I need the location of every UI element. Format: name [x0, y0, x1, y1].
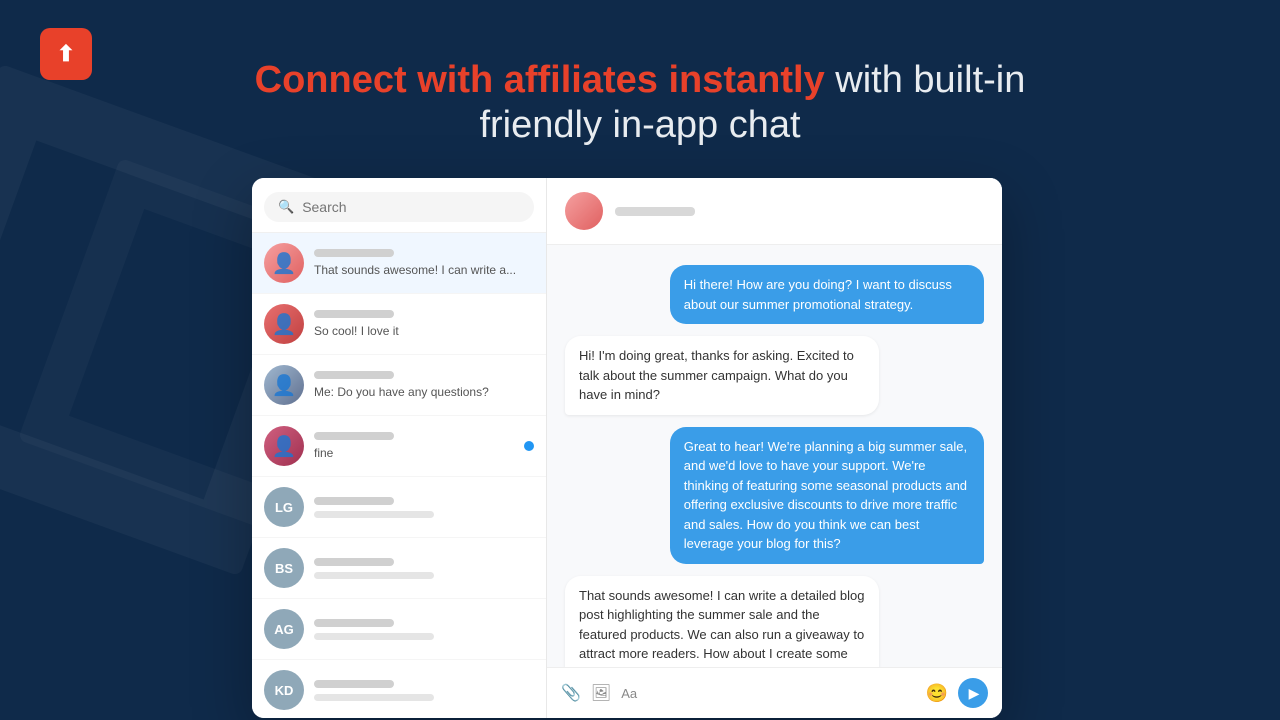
chat-preview-bar — [314, 694, 434, 701]
chat-preview-bar — [314, 633, 434, 640]
image-icon[interactable]: 🖼 — [591, 683, 611, 703]
chat-item[interactable]: 👤 Me: Do you have any questions? — [252, 355, 546, 416]
avatar-photo: 👤 — [272, 373, 297, 398]
avatar: KD — [264, 670, 304, 710]
chat-item[interactable]: LG — [252, 477, 546, 538]
hero-subtitle: friendly in-app chat — [0, 104, 1280, 147]
chat-preview: So cool! I love it — [314, 324, 534, 338]
chat-name-bar — [314, 249, 394, 257]
search-icon: 🔍 — [278, 199, 294, 215]
search-input[interactable] — [302, 199, 520, 215]
chat-preview-bar — [314, 572, 434, 579]
avatar-photo: 👤 — [272, 312, 297, 337]
unread-badge — [524, 441, 534, 451]
attachment-icon[interactable]: 📎 — [561, 683, 581, 703]
messages-area: Hi there! How are you doing? I want to d… — [547, 245, 1002, 667]
header-name-bar — [615, 207, 695, 216]
chat-item[interactable]: KD — [252, 660, 546, 718]
chat-info — [314, 619, 534, 640]
chat-input-area: 📎 🖼 Aa 😊 ▶ — [547, 667, 1002, 718]
avatar: 👤 — [264, 304, 304, 344]
send-button[interactable]: ▶ — [958, 678, 988, 708]
chat-info: That sounds awesome! I can write a... — [314, 249, 534, 277]
avatar: 👤 — [264, 243, 304, 283]
send-arrow-icon: ▶ — [969, 685, 980, 702]
chat-info — [314, 558, 534, 579]
chat-info — [314, 497, 534, 518]
hero-title-normal: with built-in — [825, 59, 1026, 101]
hero-title: Connect with affiliates instantly with b… — [0, 58, 1280, 104]
chat-item[interactable]: AG — [252, 599, 546, 660]
message-received: That sounds awesome! I can write a detai… — [565, 576, 879, 668]
search-input-wrap[interactable]: 🔍 — [264, 192, 534, 222]
avatar: 👤 — [264, 365, 304, 405]
chat-items-list: 👤 That sounds awesome! I can write a... … — [252, 233, 546, 718]
chat-info — [314, 680, 534, 701]
message-received: Hi! I'm doing great, thanks for asking. … — [565, 336, 879, 415]
app-mockup: 🔍 👤 That sounds awesome! I can write a..… — [252, 178, 1002, 718]
avatar-photo: 👤 — [272, 251, 297, 276]
chat-info: fine — [314, 432, 514, 460]
hero-title-highlight: Connect with affiliates instantly — [255, 59, 825, 101]
chat-name-bar — [314, 619, 394, 627]
chat-preview: fine — [314, 446, 514, 460]
chat-info: So cool! I love it — [314, 310, 534, 338]
avatar: 👤 — [264, 426, 304, 466]
chat-name-bar — [314, 432, 394, 440]
chat-item[interactable]: 👤 fine — [252, 416, 546, 477]
chat-name-bar — [314, 497, 394, 505]
search-bar: 🔍 — [252, 178, 546, 233]
chat-name-bar — [314, 680, 394, 688]
hero-section: Connect with affiliates instantly with b… — [0, 58, 1280, 147]
avatar: BS — [264, 548, 304, 588]
chat-info: Me: Do you have any questions? — [314, 371, 534, 399]
message-input-placeholder[interactable]: Aa — [621, 686, 915, 701]
chat-name-bar — [314, 310, 394, 318]
chat-list: 🔍 👤 That sounds awesome! I can write a..… — [252, 178, 547, 718]
avatar-photo: 👤 — [272, 434, 297, 459]
avatar: AG — [264, 609, 304, 649]
message-sent: Great to hear! We're planning a big summ… — [670, 427, 984, 564]
chat-preview: Me: Do you have any questions? — [314, 385, 534, 399]
chat-header — [547, 178, 1002, 245]
chat-item[interactable]: BS — [252, 538, 546, 599]
chat-window: Hi there! How are you doing? I want to d… — [547, 178, 1002, 718]
chat-name-bar — [314, 371, 394, 379]
emoji-icon[interactable]: 😊 — [926, 683, 948, 704]
message-sent: Hi there! How are you doing? I want to d… — [670, 265, 984, 324]
chat-preview-bar — [314, 511, 434, 518]
header-avatar — [565, 192, 603, 230]
avatar: LG — [264, 487, 304, 527]
chat-item[interactable]: 👤 That sounds awesome! I can write a... — [252, 233, 546, 294]
chat-item[interactable]: 👤 So cool! I love it — [252, 294, 546, 355]
chat-name-bar — [314, 558, 394, 566]
chat-preview: That sounds awesome! I can write a... — [314, 263, 534, 277]
